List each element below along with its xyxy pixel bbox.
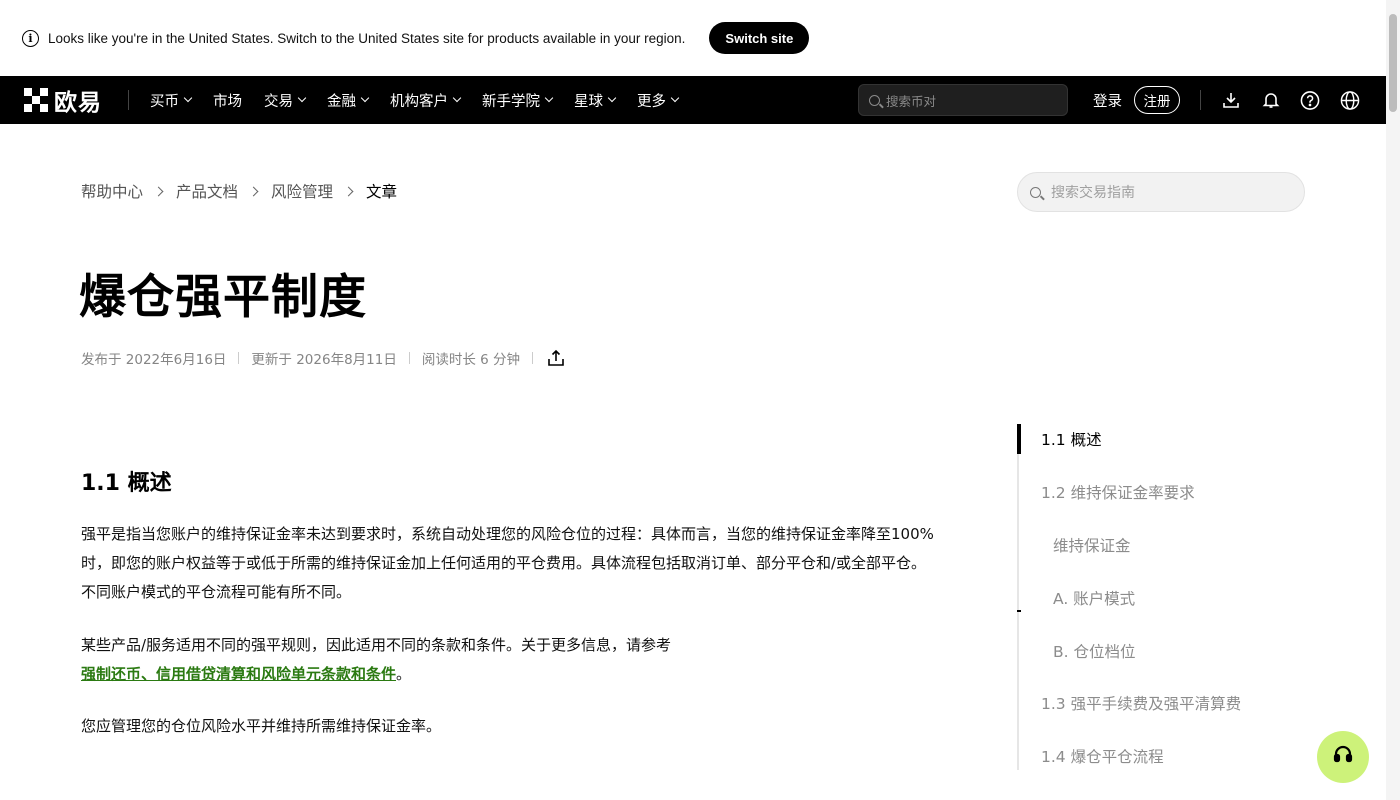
chevron-down-icon [544,93,554,103]
nav-item-label: 买币 [150,93,179,110]
page-scrollbar[interactable] [1386,0,1400,800]
help-icon[interactable] [1300,90,1320,110]
article-paragraph: 强平是指当您账户的维持保证金率未达到要求时，系统自动处理您的风险仓位的过程：具体… [81,520,993,607]
breadcrumb-current: 文章 [366,183,398,201]
scrollbar-thumb[interactable] [1389,14,1397,112]
paragraph-line: 时，即您的账户权益等于或低于所需的维持保证金加上任何适用的平仓费用。具体流程包括… [81,554,927,572]
breadcrumb-help-center[interactable]: 帮助中心 [81,180,143,202]
nav-item-label: 交易 [264,93,293,110]
nav-divider [1200,90,1201,110]
nav-item-label: 金融 [327,93,356,110]
nav-item-label: 更多 [637,93,666,110]
chevron-down-icon [607,93,617,103]
breadcrumb-risk-management[interactable]: 风险管理 [271,180,333,202]
meta-divider [532,352,534,364]
nav-item-label: 星球 [574,93,603,110]
guide-search-input[interactable]: 搜索交易指南 [1017,172,1305,212]
chevron-right-icon [343,186,354,196]
table-of-contents: 1.1 概述 1.2 维持保证金率要求 维持保证金 A. 账户模式 B. 仓位档… [1017,424,1317,772]
logo[interactable]: 欧易 [24,83,102,117]
guide-search-placeholder: 搜索交易指南 [1051,185,1135,201]
paragraph-line: 强平是指当您账户的维持保证金率未达到要求时，系统自动处理您的风险仓位的过程：具体… [81,525,934,543]
top-nav: 欧易 买币 市场 交易 金融 机构客户 新手学院 星球 更多 搜索币对 登录 注… [0,76,1386,124]
paragraph-line: 某些产品/服务适用不同的强平规则，因此适用不同的条款和条件。关于更多信息，请参考 [81,636,672,654]
chevron-down-icon [670,93,680,103]
share-icon[interactable] [547,349,565,367]
region-banner-message: Looks like you're in the United States. … [48,30,686,46]
article-meta: 发布于 2022年6月16日 更新于 2026年8月11日 阅读时长 6 分钟 [81,348,565,368]
nav-item-planet[interactable]: 星球 [574,90,617,111]
chevron-down-icon [452,93,462,103]
terms-link[interactable]: 强制还币、信用借贷清算和风险单元条款和条件 [81,665,396,683]
breadcrumb-product-docs[interactable]: 产品文档 [176,180,238,202]
login-link[interactable]: 登录 [1093,90,1122,111]
download-icon[interactable] [1221,90,1241,110]
chevron-right-icon [153,186,164,196]
toc-item-account-mode[interactable]: A. 账户模式 [1053,587,1135,609]
toc-item-overview[interactable]: 1.1 概述 [1041,428,1102,450]
switch-site-button[interactable]: Switch site [709,22,810,54]
breadcrumb: 帮助中心 产品文档 风险管理 文章 [81,180,397,202]
nav-item-academy[interactable]: 新手学院 [482,90,554,111]
nav-item-label: 市场 [213,93,242,110]
meta-divider [408,352,410,364]
nav-item-institutional[interactable]: 机构客户 [390,90,462,111]
bell-icon[interactable] [1261,90,1281,110]
pair-search-placeholder: 搜索币对 [886,93,937,109]
toc-item-mmr-requirement[interactable]: 1.2 维持保证金率要求 [1041,481,1195,503]
toc-progress-marker [1017,610,1021,612]
chevron-down-icon [297,93,307,103]
pair-search-input[interactable]: 搜索币对 [858,84,1068,116]
nav-item-market[interactable]: 市场 [213,90,242,111]
info-icon: i [22,29,39,47]
article-paragraph: 您应管理您的仓位风险水平并维持所需维持保证金率。 [81,717,442,735]
nav-item-label: 新手学院 [482,93,540,110]
toc-item-position-tier[interactable]: B. 仓位档位 [1053,640,1136,662]
nav-item-finance[interactable]: 金融 [327,90,370,111]
chevron-down-icon [183,93,193,103]
toc-track [1017,424,1019,770]
read-time: 阅读时长 6 分钟 [421,352,521,368]
register-button[interactable]: 注册 [1134,86,1180,114]
chevron-right-icon [248,186,259,196]
page-title: 爆仓强平制度 [79,270,367,325]
paragraph-punctuation: 。 [396,665,412,683]
search-icon [1030,186,1041,198]
region-banner: i Looks like you're in the United States… [0,0,1386,76]
updated-date: 更新于 2026年8月11日 [251,352,397,368]
section-heading: 1.1 概述 [81,471,172,496]
headset-icon [1331,743,1355,771]
nav-item-buy[interactable]: 买币 [150,90,193,111]
meta-divider [238,352,240,364]
nav-item-trade[interactable]: 交易 [264,90,307,111]
support-chat-button[interactable] [1317,731,1369,783]
logo-text: 欧易 [54,90,102,116]
search-icon [869,94,880,106]
article-paragraph: 某些产品/服务适用不同的强平规则，因此适用不同的条款和条件。关于更多信息，请参考… [81,631,993,689]
nav-menu: 买币 市场 交易 金融 机构客户 新手学院 星球 更多 [139,90,689,111]
logo-mark-icon [24,88,48,112]
published-date: 发布于 2022年6月16日 [81,352,227,368]
toc-item-maintenance-margin[interactable]: 维持保证金 [1053,534,1131,556]
globe-icon[interactable] [1340,90,1360,110]
nav-item-label: 机构客户 [390,93,448,110]
toc-item-liquidation-fees[interactable]: 1.3 强平手续费及强平清算费 [1041,692,1241,714]
nav-divider [128,90,129,110]
chevron-down-icon [360,93,370,103]
paragraph-line: 不同账户模式的平仓流程可能有所不同。 [81,583,352,601]
toc-item-liquidation-process[interactable]: 1.4 爆仓平仓流程 [1041,745,1164,767]
nav-item-more[interactable]: 更多 [637,90,680,111]
toc-active-indicator [1017,424,1021,454]
